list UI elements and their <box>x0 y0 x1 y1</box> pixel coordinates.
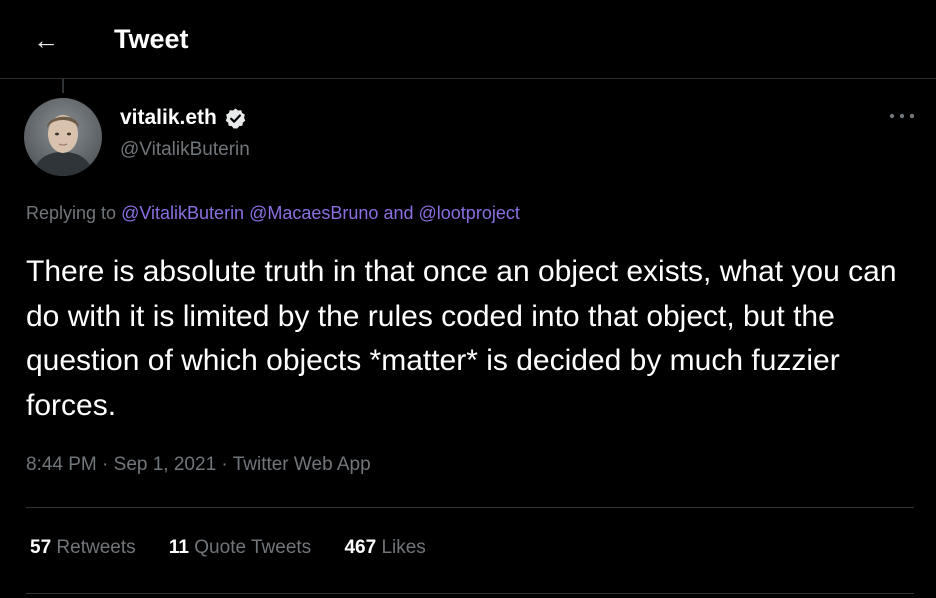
author-handle[interactable]: @VitalikButerin <box>120 139 250 161</box>
arrow-left-icon: ← <box>33 25 59 55</box>
likes-count: 467 <box>344 537 377 558</box>
meta-separator: · <box>102 454 109 475</box>
replying-to: Replying to @VitalikButerin @MacaesBruno… <box>26 203 520 224</box>
retweets-count: 57 <box>30 537 52 558</box>
meta-separator: · <box>221 454 228 475</box>
tweet-date[interactable]: Sep 1, 2021 <box>114 454 216 475</box>
page-title: Tweet <box>114 24 189 54</box>
tweet-meta: 8:44 PM · Sep 1, 2021 · Twitter Web App <box>26 454 371 476</box>
engagement-stats: 57 Retweets 11 Quote Tweets 467 Likes <box>30 537 454 559</box>
author-name[interactable]: vitalik.eth <box>120 106 217 130</box>
retweets-label: Retweets <box>56 537 136 558</box>
thread-connector-line <box>62 79 64 93</box>
quote-tweets-stat[interactable]: 11 Quote Tweets <box>169 537 311 559</box>
mention-conjunction: and <box>383 203 414 223</box>
mention-link[interactable]: @lootproject <box>419 203 520 223</box>
replying-prefix: Replying to <box>26 203 117 223</box>
divider <box>26 593 914 594</box>
verified-badge-icon <box>225 107 246 129</box>
retweets-stat[interactable]: 57 Retweets <box>30 537 136 559</box>
mention-link[interactable]: @MacaesBruno <box>249 203 378 223</box>
top-bar: ← Tweet <box>0 0 936 79</box>
author-block[interactable]: vitalik.eth <box>120 106 247 130</box>
tweet-time[interactable]: 8:44 PM <box>26 454 97 475</box>
more-options-button[interactable] <box>884 104 920 128</box>
quote-tweets-label: Quote Tweets <box>194 537 312 558</box>
avatar[interactable] <box>24 98 102 176</box>
divider <box>26 507 914 508</box>
likes-label: Likes <box>381 537 426 558</box>
back-button[interactable]: ← <box>30 26 62 54</box>
likes-stat[interactable]: 467 Likes <box>344 537 425 559</box>
quote-tweets-count: 11 <box>168 537 189 558</box>
avatar-photo <box>24 98 102 176</box>
tweet-text: There is absolute truth in that once an … <box>26 255 897 422</box>
more-horizontal-icon <box>889 113 915 119</box>
tweet-source[interactable]: Twitter Web App <box>233 454 371 475</box>
mention-link[interactable]: @VitalikButerin <box>121 203 244 223</box>
